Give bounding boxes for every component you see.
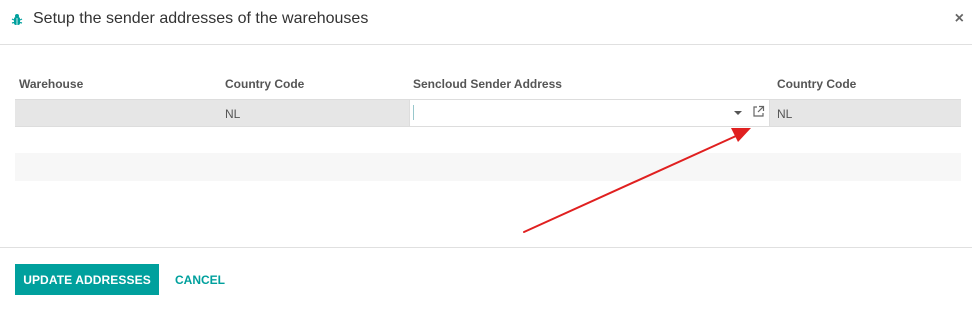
- empty-table-row: [15, 153, 961, 181]
- update-addresses-button[interactable]: UPDATE ADDRESSES: [15, 264, 159, 295]
- text-caret: [413, 105, 414, 120]
- chevron-down-icon[interactable]: [734, 111, 742, 115]
- bug-icon: [11, 14, 23, 25]
- cancel-button[interactable]: CANCEL: [168, 264, 232, 295]
- column-header-sender-address: Sencloud Sender Address: [413, 77, 562, 91]
- column-header-country-code: Country Code: [225, 77, 305, 91]
- dialog-footer: UPDATE ADDRESSES CANCEL: [0, 247, 972, 316]
- dialog-title: Setup the sender addresses of the wareho…: [33, 10, 369, 27]
- column-header-sender-country-code: Country Code: [777, 77, 857, 91]
- sender-address-field[interactable]: [409, 100, 770, 126]
- table-row: NL NL: [15, 99, 961, 127]
- country-code-cell: NL: [225, 107, 241, 121]
- close-icon[interactable]: ×: [955, 10, 964, 28]
- sender-country-code-cell: NL: [777, 107, 793, 121]
- sender-address-input[interactable]: [416, 103, 716, 123]
- column-header-warehouse: Warehouse: [19, 77, 84, 91]
- external-link-icon[interactable]: [752, 105, 765, 118]
- dialog-header: Setup the sender addresses of the wareho…: [0, 0, 972, 45]
